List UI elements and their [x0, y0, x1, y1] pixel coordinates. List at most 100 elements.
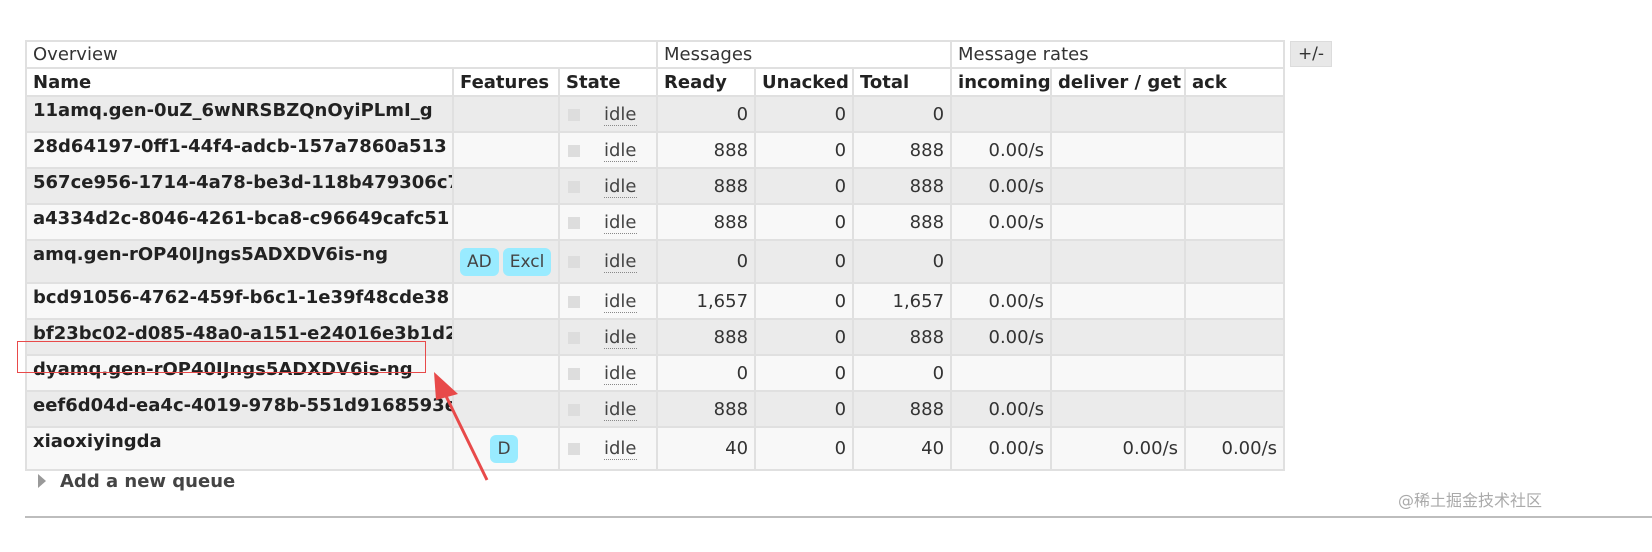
unacked-cell: 0 [754, 318, 855, 356]
state-label: idle [604, 326, 637, 349]
unacked-cell: 0 [754, 282, 855, 320]
state-indicator-icon [568, 108, 580, 121]
table-row[interactable]: 11amq.gen-0uZ_6wNRSBZQnOyiPLmI_g idle 0 0 0 [25, 95, 1286, 133]
unacked-cell: 0 [754, 203, 855, 241]
incoming-column-header[interactable]: incoming [950, 67, 1053, 97]
total-column-header[interactable]: Total [852, 67, 953, 97]
deliver-get-rate-cell [1050, 390, 1187, 428]
table-row[interactable]: bcd91056-4762-459f-b6c1-1e39f48cde38 idle… [25, 282, 1286, 320]
incoming-rate-cell: 0.00/s [950, 131, 1053, 169]
queue-name-link[interactable]: xiaoxiyingda [25, 426, 454, 471]
queue-name-link[interactable]: a4334d2c-8046-4261-bca8-c96649cafc51 [25, 203, 454, 241]
queue-name-link[interactable]: 11amq.gen-0uZ_6wNRSBZQnOyiPLmI_g [25, 95, 454, 133]
deliver-get-rate-cell [1050, 239, 1187, 284]
unacked-cell: 0 [754, 426, 855, 471]
state-indicator-icon [568, 403, 580, 416]
unacked-cell: 0 [754, 131, 855, 169]
queue-name-link[interactable]: 567ce956-1714-4a78-be3d-118b479306c7 [25, 167, 454, 205]
total-cell: 888 [852, 318, 953, 356]
ack-rate-cell [1184, 131, 1286, 169]
ack-rate-cell [1184, 282, 1286, 320]
annotation-highlight-box [17, 341, 426, 373]
features-cell [452, 282, 560, 320]
state-label: idle [604, 398, 637, 421]
divider [25, 516, 1652, 518]
incoming-rate-cell: 0.00/s [950, 318, 1053, 356]
ready-cell: 1,657 [656, 282, 757, 320]
features-cell [452, 131, 560, 169]
incoming-rate-cell: 0.00/s [950, 390, 1053, 428]
table-row[interactable]: 28d64197-0ff1-44f4-adcb-157a7860a513 idle… [25, 131, 1286, 169]
state-indicator-icon [568, 295, 580, 308]
state-label: idle [604, 103, 637, 126]
ready-cell: 40 [656, 426, 757, 471]
total-cell: 888 [852, 167, 953, 205]
state-column-header[interactable]: State [557, 67, 659, 97]
state-indicator-icon [568, 331, 580, 344]
state-cell: idle [557, 95, 659, 133]
deliver-get-rate-cell [1050, 131, 1187, 169]
deliver-get-rate-cell: 0.00/s [1050, 426, 1187, 471]
features-cell: AD Excl [452, 239, 560, 284]
incoming-rate-cell: 0.00/s [950, 167, 1053, 205]
total-cell: 888 [852, 390, 953, 428]
unacked-cell: 0 [754, 354, 855, 392]
feature-tag: AD [460, 247, 499, 276]
state-label: idle [604, 438, 637, 460]
deliver-get-rate-cell [1050, 318, 1187, 356]
queue-name-link[interactable]: bcd91056-4762-459f-b6c1-1e39f48cde38 [25, 282, 454, 320]
state-cell: idle [557, 167, 659, 205]
unacked-cell: 0 [754, 390, 855, 428]
state-indicator-icon [568, 367, 580, 380]
table-row[interactable]: a4334d2c-8046-4261-bca8-c96649cafc51 idle… [25, 203, 1286, 241]
expand-triangle-icon[interactable] [38, 474, 46, 488]
state-indicator-icon [568, 256, 580, 268]
ack-rate-cell [1184, 239, 1286, 284]
queue-name-link[interactable]: 28d64197-0ff1-44f4-adcb-157a7860a513 [25, 131, 454, 169]
state-indicator-icon [568, 144, 580, 157]
state-indicator-icon [568, 180, 580, 193]
deliver-get-column-header[interactable]: deliver / get [1050, 67, 1187, 97]
table-row[interactable]: eef6d04d-ea4c-4019-978b-551d9168593e idle… [25, 390, 1286, 428]
features-column-header: Features [452, 67, 560, 97]
features-cell [452, 318, 560, 356]
state-cell: idle [557, 354, 659, 392]
queue-name-link[interactable]: eef6d04d-ea4c-4019-978b-551d9168593e [25, 390, 454, 428]
deliver-get-rate-cell [1050, 354, 1187, 392]
incoming-rate-cell [950, 95, 1053, 133]
table-row[interactable]: amq.gen-rOP40IJngs5ADXDV6is-ng AD Excl idle… [25, 239, 1286, 284]
feature-tag: Excl [502, 247, 552, 276]
ready-cell: 0 [656, 354, 757, 392]
state-label: idle [604, 362, 637, 385]
state-indicator-icon [568, 216, 580, 229]
add-new-queue-label[interactable]: Add a new queue [60, 471, 235, 492]
state-label: idle [604, 175, 637, 198]
columns-toggle-button[interactable]: +/- [1290, 41, 1332, 67]
deliver-get-rate-cell [1050, 95, 1187, 133]
ready-cell: 888 [656, 318, 757, 356]
ready-cell: 0 [656, 239, 757, 284]
ready-column-header[interactable]: Ready [656, 67, 757, 97]
unacked-cell: 0 [754, 167, 855, 205]
state-cell: idle [557, 203, 659, 241]
ack-rate-cell: 0.00/s [1184, 426, 1286, 471]
table-row[interactable]: xiaoxiyingda Didle 40 0 40 0.00/s 0.00/s 0.00/s [25, 426, 1286, 471]
name-column-header[interactable]: Name [25, 67, 454, 97]
state-cell: idle [557, 318, 659, 356]
annotation-arrow-icon [434, 372, 489, 481]
queue-name-link[interactable]: amq.gen-rOP40IJngs5ADXDV6is-ng [25, 239, 454, 284]
ack-rate-cell [1184, 318, 1286, 356]
unacked-column-header[interactable]: Unacked [754, 67, 855, 97]
add-new-queue-section[interactable]: Add a new queue [38, 471, 235, 492]
deliver-get-rate-cell [1050, 203, 1187, 241]
state-indicator-icon [568, 443, 580, 455]
ack-column-header[interactable]: ack [1184, 67, 1286, 97]
total-cell: 0 [852, 354, 953, 392]
ready-cell: 888 [656, 203, 757, 241]
state-label: idle [604, 290, 637, 313]
table-row[interactable]: 567ce956-1714-4a78-be3d-118b479306c7 idle… [25, 167, 1286, 205]
total-cell: 0 [852, 239, 953, 284]
features-cell [452, 203, 560, 241]
ack-rate-cell [1184, 203, 1286, 241]
ready-cell: 888 [656, 167, 757, 205]
